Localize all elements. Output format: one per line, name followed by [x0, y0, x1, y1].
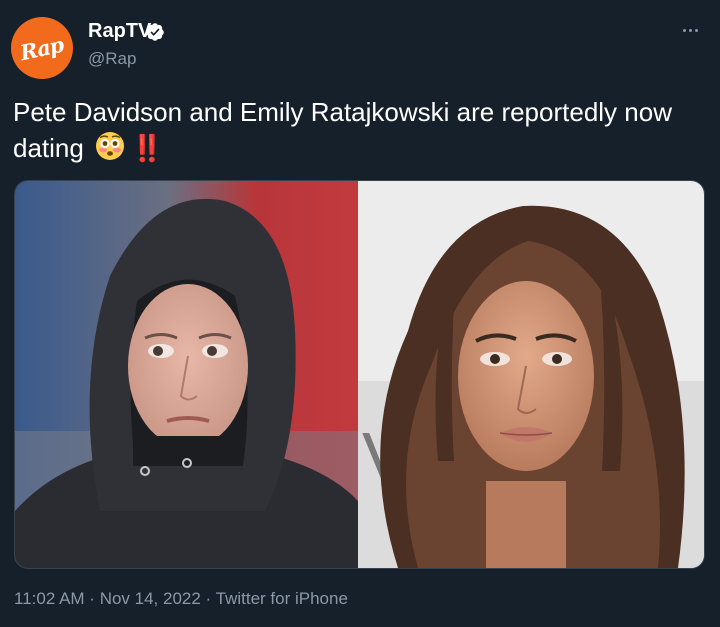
tweet-source[interactable]: Twitter for iPhone [216, 589, 348, 608]
photo-woman-portrait[interactable]: VE [358, 181, 704, 568]
tweet-date[interactable]: Nov 14, 2022 [100, 589, 201, 608]
double-exclamation-mark: ‼️ [131, 133, 163, 163]
tweet-card: Rap RapTV @Rap Pete Davidson and Emily R… [0, 0, 720, 627]
meta-separator: · [84, 589, 100, 608]
flushed-face-emoji-icon [96, 132, 125, 160]
more-options-icon[interactable] [676, 20, 704, 40]
handle[interactable]: @Rap [88, 49, 136, 69]
tweet-text: Pete Davidson and Emily Ratajkowski are … [13, 94, 703, 166]
display-name[interactable]: RapTV [88, 20, 151, 43]
media-grid[interactable]: VE [14, 180, 705, 569]
tweet-time[interactable]: 11:02 AM [14, 589, 85, 608]
tweet-metadata: 11:02 AM · Nov 14, 2022 · Twitter for iP… [14, 589, 348, 609]
meta-separator: · [200, 589, 216, 608]
avatar-logo: Rap [18, 31, 66, 65]
photo-man-in-hoodie[interactable] [15, 181, 358, 568]
avatar[interactable]: Rap [11, 17, 73, 79]
verified-badge-icon [146, 23, 164, 41]
